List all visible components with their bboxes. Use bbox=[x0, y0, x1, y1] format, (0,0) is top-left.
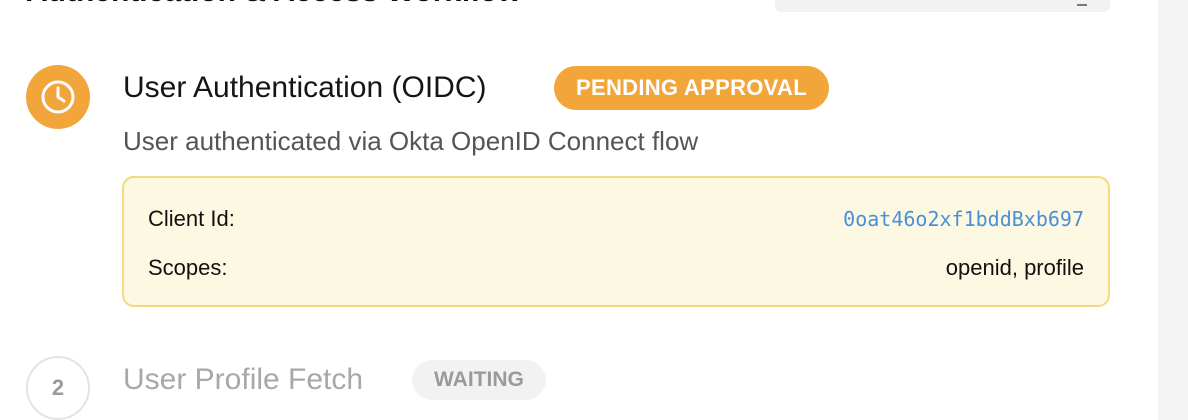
step-title-profile-fetch: User Profile Fetch bbox=[123, 363, 364, 396]
detail-label: Scopes: bbox=[148, 255, 228, 280]
step-description: User authenticated via Okta OpenID Conne… bbox=[123, 126, 699, 156]
step-number-badge: 2 bbox=[26, 356, 90, 420]
step-details-card: Client Id: 0oat46o2xf1bddBxb697 Scopes: … bbox=[122, 176, 1110, 307]
step-title-authentication: User Authentication (OIDC) bbox=[123, 71, 487, 104]
detail-row-scopes: Scopes: openid, profile bbox=[148, 253, 1084, 283]
header-control[interactable] bbox=[775, 0, 1110, 12]
step-status-pending bbox=[26, 65, 90, 129]
header-control-icon bbox=[1077, 0, 1087, 6]
scopes-value: openid, profile bbox=[945, 255, 1084, 280]
page-title: Authentication & Access Workflow bbox=[26, 0, 521, 10]
clock-icon bbox=[41, 80, 75, 114]
status-badge-pending: PENDING APPROVAL bbox=[554, 66, 829, 110]
detail-row-client-id: Client Id: 0oat46o2xf1bddBxb697 bbox=[148, 204, 1084, 234]
status-badge-waiting: WAITING bbox=[412, 360, 546, 400]
client-id-value[interactable]: 0oat46o2xf1bddBxb697 bbox=[843, 204, 1084, 234]
scrollbar-track[interactable] bbox=[1158, 0, 1188, 420]
detail-label: Client Id: bbox=[148, 206, 235, 231]
workflow-page: Authentication & Access Workflow User Au… bbox=[0, 0, 1188, 420]
